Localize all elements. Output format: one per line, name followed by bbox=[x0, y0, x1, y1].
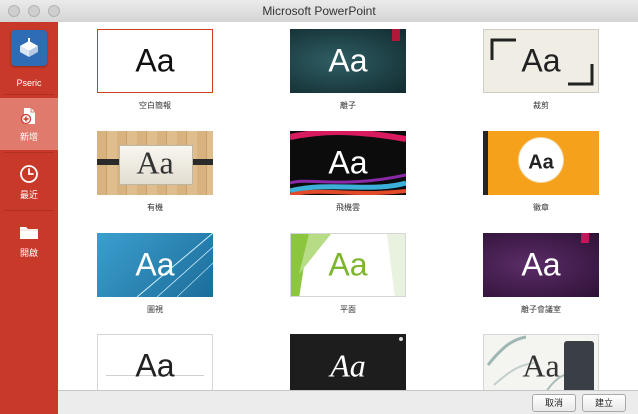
clock-icon bbox=[20, 165, 38, 183]
sidebar-item-label: 開啟 bbox=[19, 248, 38, 258]
template-organic[interactable]: Aa 有機 bbox=[64, 131, 246, 213]
template-plane[interactable]: Aa 平面 bbox=[257, 233, 439, 315]
template-item[interactable]: Aa bbox=[64, 334, 246, 390]
sidebar-item-recent[interactable]: 最近 bbox=[0, 156, 58, 208]
template-thumbnail: Aa bbox=[97, 334, 213, 390]
template-crop[interactable]: Aa 裁剪 bbox=[450, 29, 632, 111]
template-item[interactable]: Aa bbox=[450, 334, 632, 390]
template-caption: 離子 bbox=[340, 101, 356, 110]
folder-icon bbox=[20, 227, 38, 239]
username: Pseric bbox=[16, 78, 42, 88]
template-caption: 離子會議室 bbox=[521, 305, 561, 314]
window-title: Microsoft PowerPoint bbox=[262, 4, 376, 18]
template-preview-text: Aa bbox=[135, 42, 175, 79]
template-caption: 飛機雲 bbox=[336, 203, 360, 212]
template-preview-text: Aa bbox=[328, 144, 368, 181]
accent-tab bbox=[392, 29, 400, 41]
template-thumbnail: Aa bbox=[97, 29, 213, 93]
title-bar: Microsoft PowerPoint bbox=[0, 0, 638, 23]
user-avatar-icon bbox=[20, 38, 38, 57]
template-preview-text: Aa bbox=[521, 42, 561, 79]
template-thumbnail: Aa bbox=[97, 131, 213, 195]
template-caption: 圖視 bbox=[147, 305, 163, 314]
cancel-button[interactable]: 取消 bbox=[532, 394, 576, 412]
template-thumbnail: Aa bbox=[290, 29, 406, 93]
template-preview-text: Aa bbox=[136, 144, 174, 181]
template-gallery: Aa 空白簡報 Aa 離子 Aa 裁剪 Aa 有機 Aa 飛機雲 Aa 徽章 A… bbox=[58, 22, 638, 390]
template-caption: 平面 bbox=[340, 305, 356, 314]
template-ion-boardroom[interactable]: Aa 離子會議室 bbox=[450, 233, 632, 315]
user-account[interactable]: Pseric bbox=[0, 22, 58, 94]
sidebar-item-new[interactable]: 新增 bbox=[0, 98, 58, 150]
template-preview-text: Aa bbox=[522, 347, 560, 384]
sidebar-item-open[interactable]: 開啟 bbox=[0, 214, 58, 266]
template-preview-text: Aa bbox=[328, 42, 368, 79]
avatar bbox=[11, 30, 47, 66]
template-blank[interactable]: Aa 空白簡報 bbox=[64, 29, 246, 111]
template-preview-text: Aa bbox=[521, 246, 561, 283]
template-thumbnail: Aa bbox=[97, 233, 213, 297]
accent-tab bbox=[581, 233, 589, 243]
template-thumbnail: Aa bbox=[483, 233, 599, 297]
create-button[interactable]: 建立 bbox=[582, 394, 626, 412]
new-document-icon bbox=[20, 108, 35, 125]
sidebar-item-label: 新增 bbox=[19, 132, 38, 142]
divider bbox=[4, 94, 54, 95]
template-thumbnail: Aa bbox=[483, 131, 599, 195]
powerpoint-window: Microsoft PowerPoint Pseric 新增 最近 開啟 Aa … bbox=[0, 0, 638, 414]
template-caption: 裁剪 bbox=[533, 101, 549, 110]
template-preview-text: Aa bbox=[528, 151, 554, 174]
divider bbox=[4, 152, 54, 153]
template-item[interactable]: Aa bbox=[257, 334, 439, 390]
template-caption: 空白簡報 bbox=[139, 101, 171, 110]
template-thumbnail: Aa bbox=[483, 29, 599, 93]
template-ion[interactable]: Aa 離子 bbox=[257, 29, 439, 111]
corner-dot bbox=[399, 337, 403, 341]
footer-bar: 取消 建立 bbox=[58, 390, 638, 414]
template-badge[interactable]: Aa 徽章 bbox=[450, 131, 632, 213]
template-thumbnail: Aa bbox=[290, 334, 406, 390]
template-view[interactable]: Aa 圖視 bbox=[64, 233, 246, 315]
sidebar-item-label: 最近 bbox=[19, 190, 38, 200]
template-caption: 有機 bbox=[147, 203, 163, 212]
sidebar: Pseric 新增 最近 開啟 bbox=[0, 22, 58, 414]
template-thumbnail: Aa bbox=[483, 334, 599, 390]
template-preview-text: Aa bbox=[330, 347, 366, 384]
template-thumbnail: Aa bbox=[290, 131, 406, 195]
template-caption: 徽章 bbox=[533, 203, 549, 212]
template-vapor-trail[interactable]: Aa 飛機雲 bbox=[257, 131, 439, 213]
template-thumbnail: Aa bbox=[290, 233, 406, 297]
template-preview-text: Aa bbox=[135, 246, 175, 283]
divider bbox=[4, 210, 54, 211]
template-preview-text: Aa bbox=[135, 347, 175, 384]
template-preview-text: Aa bbox=[328, 246, 368, 283]
